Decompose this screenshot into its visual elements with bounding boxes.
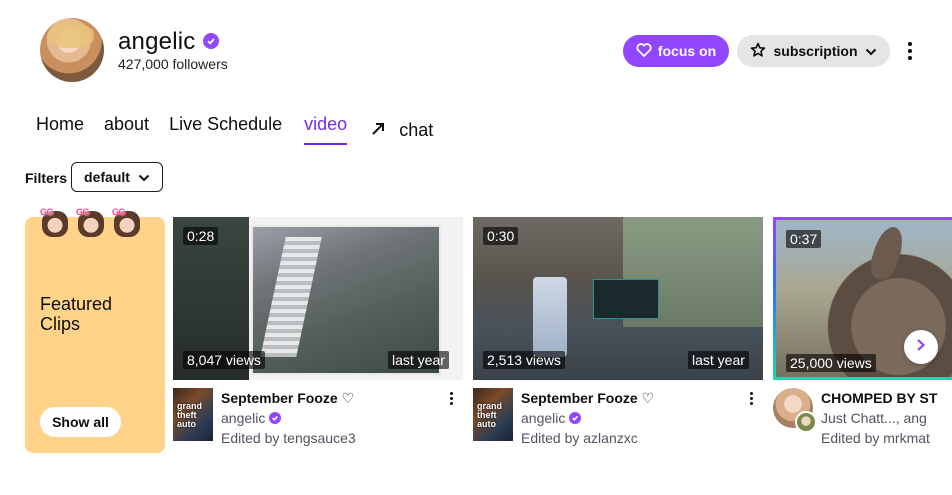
follow-button[interactable]: focus on xyxy=(623,35,729,67)
clip-editor: Edited by tengsauce3 xyxy=(221,430,356,446)
clip-title[interactable]: CHOMPED BY ST xyxy=(821,390,937,406)
follow-button-label: focus on xyxy=(657,43,717,59)
chevron-right-icon xyxy=(916,338,926,357)
follower-count: 427,000 followers xyxy=(118,56,228,72)
clip-duration: 0:37 xyxy=(786,230,822,248)
channel-tabs: Home about Live Schedule video chat xyxy=(36,114,433,146)
clip-title[interactable]: September Fooze ♡ xyxy=(521,390,654,407)
tab-chat-label: chat xyxy=(399,119,434,140)
clip-age: last year xyxy=(388,351,449,369)
game-box-art[interactable]: grand theft auto xyxy=(173,388,213,441)
clip-channel-name: angelic xyxy=(221,410,266,426)
clip-channel[interactable]: angelic xyxy=(221,410,282,426)
clip-channel[interactable]: angelic xyxy=(521,410,582,426)
clip-thumbnail[interactable]: 0:28 8,047 views last year xyxy=(173,217,463,380)
chevron-down-icon xyxy=(865,43,877,59)
clip-secondary-avatar xyxy=(795,411,817,433)
verified-badge-icon xyxy=(203,33,219,49)
clip-views: 25,000 views xyxy=(786,354,876,372)
clip-thumbnail[interactable]: 0:30 2,513 views last year xyxy=(473,217,763,380)
heart-icon xyxy=(636,42,652,60)
verified-badge-icon xyxy=(269,412,282,424)
gg-emote-icon: GG xyxy=(76,207,106,237)
clip-duration: 0:30 xyxy=(483,227,519,245)
tab-video[interactable]: video xyxy=(304,114,348,146)
subscribe-button-label: subscription xyxy=(773,43,858,59)
tab-about[interactable]: about xyxy=(104,114,149,146)
clip-channel-name: Just Chatt..., ang xyxy=(821,410,927,426)
filter-dropdown-value: default xyxy=(84,169,130,185)
tab-live-schedule[interactable]: Live Schedule xyxy=(169,114,282,146)
clip-age: last year xyxy=(688,351,749,369)
gg-emote-icon: GG xyxy=(40,207,70,237)
tab-home[interactable]: Home xyxy=(36,114,84,146)
gg-emote-icon: GG xyxy=(112,207,142,237)
clip-more-options-icon[interactable] xyxy=(745,390,757,406)
clip-editor: Edited by mrkmat xyxy=(821,430,930,446)
tab-chat[interactable]: chat xyxy=(371,114,433,146)
clip-title[interactable]: September Fooze ♡ xyxy=(221,390,354,407)
star-icon xyxy=(750,42,766,61)
channel-name[interactable]: angelic xyxy=(118,28,195,56)
clip-duration: 0:28 xyxy=(183,227,219,245)
external-arrow-icon xyxy=(371,120,385,141)
carousel-next-button[interactable] xyxy=(904,330,938,364)
clip-views: 8,047 views xyxy=(183,351,265,369)
clip-more-options-icon[interactable] xyxy=(445,390,457,406)
game-box-art[interactable]: grand theft auto xyxy=(473,388,513,441)
chevron-down-icon xyxy=(138,169,150,185)
clip-channel[interactable]: Just Chatt..., ang xyxy=(821,410,927,426)
featured-clips-title: Featured Clips xyxy=(40,294,113,334)
filters-label: Filters xyxy=(25,170,68,186)
show-all-button[interactable]: Show all xyxy=(40,407,121,437)
clip-views: 2,513 views xyxy=(483,351,565,369)
verified-badge-icon xyxy=(569,412,582,424)
clip-channel-name: angelic xyxy=(521,410,566,426)
subscribe-button[interactable]: subscription xyxy=(737,35,890,67)
clip-editor: Edited by azlanzxc xyxy=(521,430,638,446)
channel-avatar[interactable] xyxy=(40,18,104,82)
more-options-icon[interactable] xyxy=(901,37,919,65)
filter-dropdown[interactable]: default xyxy=(71,162,163,192)
